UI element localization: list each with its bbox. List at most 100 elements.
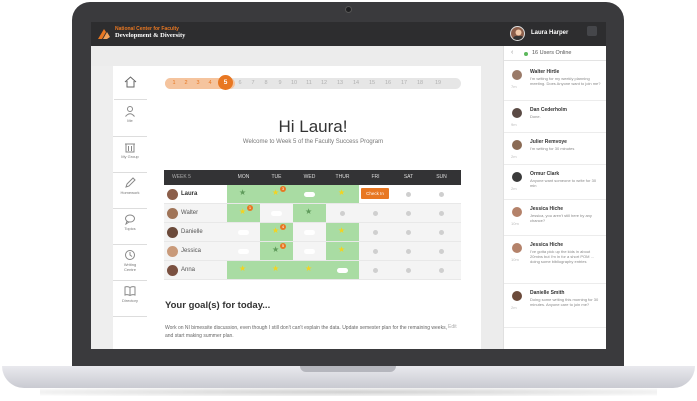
day-cell[interactable] [392,185,425,203]
day-cell[interactable]: ★ [293,261,326,279]
week-step[interactable]: 8 [261,80,271,86]
day-cell[interactable] [293,223,326,241]
star-icon: ★ [305,207,313,216]
message-time: 7m [511,84,517,89]
day-cell[interactable] [326,261,359,279]
week-step[interactable]: 10 [289,80,299,86]
chat-message[interactable]: 10m Jessica Hiche Jessica, you aren't st… [504,200,606,236]
week-step[interactable]: 3 [193,80,203,86]
message-text: I'm writing for 30 minutes [530,146,575,151]
week-step[interactable]: 12 [319,80,329,86]
day-cell[interactable]: ★ [260,261,293,279]
nav-item-me[interactable]: Me [113,101,147,137]
day-cell[interactable] [425,242,458,260]
day-cell[interactable]: ★ 3 [260,185,293,203]
nav-item-directory[interactable]: Directory [113,281,147,317]
week-step[interactable]: 4 [205,80,215,86]
day-cell[interactable] [425,185,458,203]
empty-pill-icon [238,230,249,235]
schedule-grid: WEEK 5 MON TUE WED THUR FRI SAT SUN Laur… [164,170,461,281]
empty-pill-icon [304,192,315,197]
avatar [167,208,178,219]
message-time: 9m [511,122,517,127]
chat-message[interactable]: 2m Danielle Smith Doing some writing thi… [504,284,606,328]
day-cell[interactable] [260,204,293,222]
day-cell[interactable]: Check In [359,185,392,203]
day-cell[interactable] [425,204,458,222]
day-cell[interactable] [359,223,392,241]
nav-item-homework[interactable]: Homework [113,173,147,209]
empty-dot-icon [373,249,378,254]
day-cell[interactable] [326,204,359,222]
week-step[interactable]: 11 [304,80,314,86]
day-cell[interactable] [359,204,392,222]
week-step[interactable]: 6 [235,80,245,86]
chat-bubble-icon [125,214,135,225]
welcome-subtitle: Welcome to Week 5 of the Faculty Success… [242,139,384,145]
day-cell[interactable] [293,185,326,203]
chat-message[interactable]: 10m Jessica Hiche I've gotta pick up the… [504,236,606,284]
day-cell[interactable]: ★ 4 [260,223,293,241]
empty-dot-icon [439,268,444,273]
message-author: Julier Remvoye [530,139,567,145]
week-step[interactable]: 18 [415,80,425,86]
nav-label-my-group: My Group [121,154,139,159]
week-step[interactable]: 15 [367,80,377,86]
day-cell[interactable]: ★ 5 [260,242,293,260]
chat-message[interactable]: 2m Ormur Clark Anyone want someone to wr… [504,165,606,200]
day-cell[interactable] [392,223,425,241]
day-cell[interactable]: ★ [227,261,260,279]
day-cell[interactable] [359,261,392,279]
week-step[interactable]: 19 [433,80,443,86]
home-button[interactable] [114,66,147,100]
nav-item-topics[interactable]: Topics [113,209,147,245]
day-cell[interactable] [392,204,425,222]
chevron-left-icon[interactable]: ‹ [511,49,513,56]
day-cell[interactable] [359,242,392,260]
day-cell[interactable]: ★ [293,204,326,222]
nav-item-writing-centre[interactable]: Writing Centre [113,245,147,281]
empty-dot-icon [439,192,444,197]
nav-item-my-group[interactable]: My Group [113,137,147,173]
week-step[interactable]: 14 [351,80,361,86]
app-screen: National Center for Faculty Development … [91,22,606,349]
user-avatar[interactable] [510,26,525,41]
day-cell[interactable] [293,242,326,260]
greeting-title: Hi Laura! [278,117,348,136]
week-step[interactable]: 9 [275,80,285,86]
day-cell[interactable] [392,242,425,260]
week-step[interactable]: 7 [248,80,258,86]
day-cell[interactable]: ★ [326,185,359,203]
schedule-row: Anna ★ ★ ★ [164,261,461,280]
week-step[interactable]: 1 [169,80,179,86]
empty-dot-icon [406,249,411,254]
day-cell[interactable]: ★ [326,223,359,241]
chat-message[interactable]: 2m Julier Remvoye I'm writing for 30 min… [504,133,606,165]
week-step[interactable]: 16 [383,80,393,86]
day-cell[interactable] [425,261,458,279]
day-header: THUR [335,174,350,180]
avatar [512,140,522,150]
menu-corner-icon[interactable] [587,26,597,36]
chat-message[interactable]: 7m Walter Hirtle I'm writing for my week… [504,63,606,101]
week-step[interactable]: 13 [335,80,345,86]
week-step[interactable]: 2 [181,80,191,86]
week-step[interactable]: 17 [399,80,409,86]
group-icon [125,143,135,153]
schedule-row: Laura ★ ★ 3 ★ Check In [164,185,461,204]
day-cell[interactable]: ★ [227,185,260,203]
schedule-row: Jessica ★ 5 ★ [164,242,461,261]
day-cell[interactable] [227,223,260,241]
nav-label-me: Me [127,118,133,123]
check-in-button[interactable]: Check In [361,188,389,199]
user-name[interactable]: Laura Harper [531,30,568,36]
day-cell[interactable] [227,242,260,260]
day-cell[interactable]: ★ [326,242,359,260]
current-week-marker[interactable]: 5 [218,75,233,90]
edit-goals-link[interactable]: Edit [448,324,457,330]
comment-count-badge: 4 [280,224,286,230]
day-cell[interactable] [425,223,458,241]
day-cell[interactable] [392,261,425,279]
chat-message[interactable]: 9m Dan Cederholm Done. [504,101,606,133]
day-cell[interactable]: ★ 1 [227,204,260,222]
